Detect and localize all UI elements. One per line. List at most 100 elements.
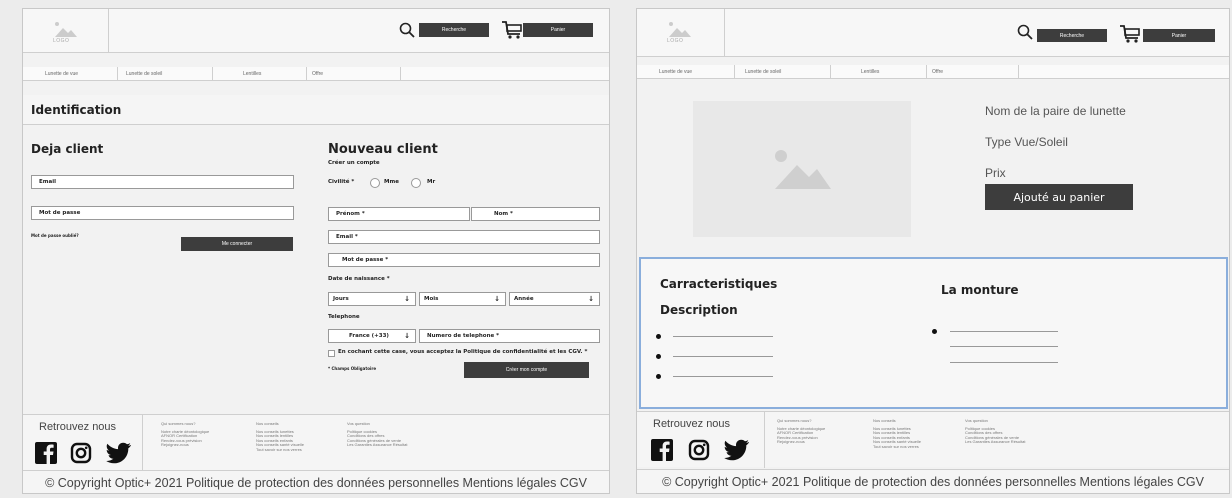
nav-item-lentilles[interactable]: Lentilles xyxy=(213,67,307,81)
country-code-value: France (+33) xyxy=(349,333,389,339)
description-bullet xyxy=(656,354,661,359)
arrow-down-icon: ↓ xyxy=(404,295,410,303)
product-wireframe: LOGO Recherche Panier Lunette de vue Lun… xyxy=(636,8,1230,494)
footer-col-advice: Nos conseils Nos conseils lunettes Nos c… xyxy=(256,421,304,453)
login-button[interactable]: Me connecter xyxy=(181,237,293,251)
footer-social: Retrouvez nous xyxy=(637,412,765,468)
new-password-field[interactable]: Mot de passe * xyxy=(328,253,600,267)
page-title: Identification xyxy=(31,103,122,117)
phone-label: Telephone xyxy=(328,314,360,320)
country-code-select[interactable]: France (+33) ↓ xyxy=(328,329,416,343)
copyright-bar: © Copyright Optic+ 2021 Politique de pro… xyxy=(637,469,1229,493)
required-note: * Champs Obligatoire xyxy=(328,366,377,371)
day-select-value: Jours xyxy=(333,296,349,302)
month-select[interactable]: Mois ↓ xyxy=(419,292,506,306)
logo-image-icon xyxy=(55,22,77,37)
footer-col-questions: Vos question Politique cookies Condition… xyxy=(965,418,1025,445)
frame-placeholder-line xyxy=(950,362,1058,363)
birth-date-label: Date de naissance * xyxy=(328,276,390,282)
nav-item-soleil[interactable]: Lunette de soleil xyxy=(735,65,831,79)
footer-col-about: Qui sommes nous? Notre charte déontologi… xyxy=(777,418,825,445)
existing-client-heading: Deja client xyxy=(31,142,104,156)
create-account-button[interactable]: Créer mon compte xyxy=(464,362,589,378)
facebook-icon[interactable] xyxy=(651,439,673,461)
footer-link[interactable]: Nos conseils xyxy=(873,418,921,424)
search-icon[interactable] xyxy=(1017,24,1033,40)
description-placeholder-line xyxy=(673,336,773,337)
nav-item-offre[interactable]: Offre xyxy=(927,65,1019,79)
nav-item-vue[interactable]: Lunette de vue xyxy=(23,67,118,81)
radio-mme-label: Mme xyxy=(384,179,399,185)
footer-link[interactable]: Rejoignez-nous xyxy=(161,443,209,448)
footer-link[interactable]: Tout savoir sur nos verres xyxy=(873,444,921,450)
description-placeholder-line xyxy=(673,376,773,377)
frame-placeholder-line xyxy=(950,331,1058,332)
footer-social: Retrouvez nous xyxy=(23,415,143,471)
product-type: Type Vue/Soleil xyxy=(985,135,1068,149)
cart-icon[interactable] xyxy=(1119,24,1141,44)
description-heading: Description xyxy=(660,303,738,317)
description-bullet xyxy=(656,334,661,339)
password-field[interactable]: Mot de passe xyxy=(31,206,294,220)
year-select[interactable]: Année ↓ xyxy=(509,292,600,306)
radio-mr[interactable] xyxy=(411,178,421,188)
page-title-bar: Identification xyxy=(23,95,609,125)
footer-link[interactable]: Vos question xyxy=(965,418,1025,424)
day-select[interactable]: Jours ↓ xyxy=(328,292,416,306)
footer-link[interactable]: Nos conseils xyxy=(256,421,304,427)
footer-link[interactable]: Rejoignez-nous xyxy=(777,440,825,445)
footer-link[interactable]: Qui sommes nous? xyxy=(161,421,209,427)
product-details-panel: Carracteristiques Description La monture xyxy=(639,257,1228,409)
product-price: Prix xyxy=(985,166,1006,180)
footer: Retrouvez nous Qui sommes nous? Notre ch… xyxy=(637,411,1229,468)
arrow-down-icon: ↓ xyxy=(494,295,500,303)
first-name-field[interactable]: Prénom * xyxy=(328,207,470,221)
nav-item-lentilles[interactable]: Lentilles xyxy=(831,65,927,79)
last-name-field[interactable]: Nom * xyxy=(471,207,600,221)
arrow-down-icon: ↓ xyxy=(404,332,410,340)
terms-text: En cochant cette case, vous acceptez la … xyxy=(338,349,588,355)
footer-link[interactable]: Vos question xyxy=(347,421,407,427)
create-account-subheading: Créer un compte xyxy=(328,160,380,166)
description-bullet xyxy=(656,374,661,379)
logo-text: LOGO xyxy=(667,38,684,44)
search-button[interactable]: Recherche xyxy=(419,23,489,37)
logo-image-icon xyxy=(669,22,691,37)
forgot-password-link[interactable]: Mot de passe oublié? xyxy=(31,233,79,238)
instagram-icon[interactable] xyxy=(688,439,710,461)
month-select-value: Mois xyxy=(424,296,439,302)
frame-placeholder-line xyxy=(950,346,1058,347)
footer-col-questions: Vos question Politique cookies Condition… xyxy=(347,421,407,448)
twitter-icon[interactable] xyxy=(724,439,750,461)
email-field[interactable]: Email xyxy=(31,175,294,189)
search-icon[interactable] xyxy=(399,22,415,38)
image-placeholder-icon xyxy=(775,150,831,189)
logo[interactable]: LOGO xyxy=(23,9,109,53)
characteristics-heading: Carracteristiques xyxy=(660,277,778,291)
phone-number-field[interactable]: Numero de telephone * xyxy=(419,329,600,343)
new-email-field[interactable]: Email * xyxy=(328,230,600,244)
footer-link[interactable]: Les Garanties Assurance Résultat xyxy=(965,440,1025,445)
cart-icon[interactable] xyxy=(501,20,523,40)
main-nav: Lunette de vue Lunette de soleil Lentill… xyxy=(637,65,1229,79)
main-nav: Lunette de vue Lunette de soleil Lentill… xyxy=(23,67,609,81)
facebook-icon[interactable] xyxy=(35,442,57,464)
terms-checkbox[interactable] xyxy=(328,350,335,357)
radio-mme[interactable] xyxy=(370,178,380,188)
login-wireframe: LOGO Recherche Panier Lunette de vue Lun… xyxy=(22,8,610,494)
instagram-icon[interactable] xyxy=(70,442,92,464)
twitter-icon[interactable] xyxy=(106,442,132,464)
logo[interactable]: LOGO xyxy=(637,9,725,57)
nav-item-offre[interactable]: Offre xyxy=(307,67,401,81)
footer-col-about: Qui sommes nous? Notre charte déontologi… xyxy=(161,421,209,448)
cart-button[interactable]: Panier xyxy=(1143,29,1215,42)
cart-button[interactable]: Panier xyxy=(523,23,593,37)
nav-item-soleil[interactable]: Lunette de soleil xyxy=(118,67,213,81)
nav-item-vue[interactable]: Lunette de vue xyxy=(637,65,735,79)
add-to-cart-button[interactable]: Ajouté au panier xyxy=(985,184,1133,210)
search-button[interactable]: Recherche xyxy=(1037,29,1107,42)
header: LOGO Recherche Panier xyxy=(23,9,609,53)
footer-link[interactable]: Les Garanties Assurance Résultat xyxy=(347,443,407,448)
footer-link[interactable]: Tout savoir sur nos verres xyxy=(256,447,304,453)
footer-link[interactable]: Qui sommes nous? xyxy=(777,418,825,424)
